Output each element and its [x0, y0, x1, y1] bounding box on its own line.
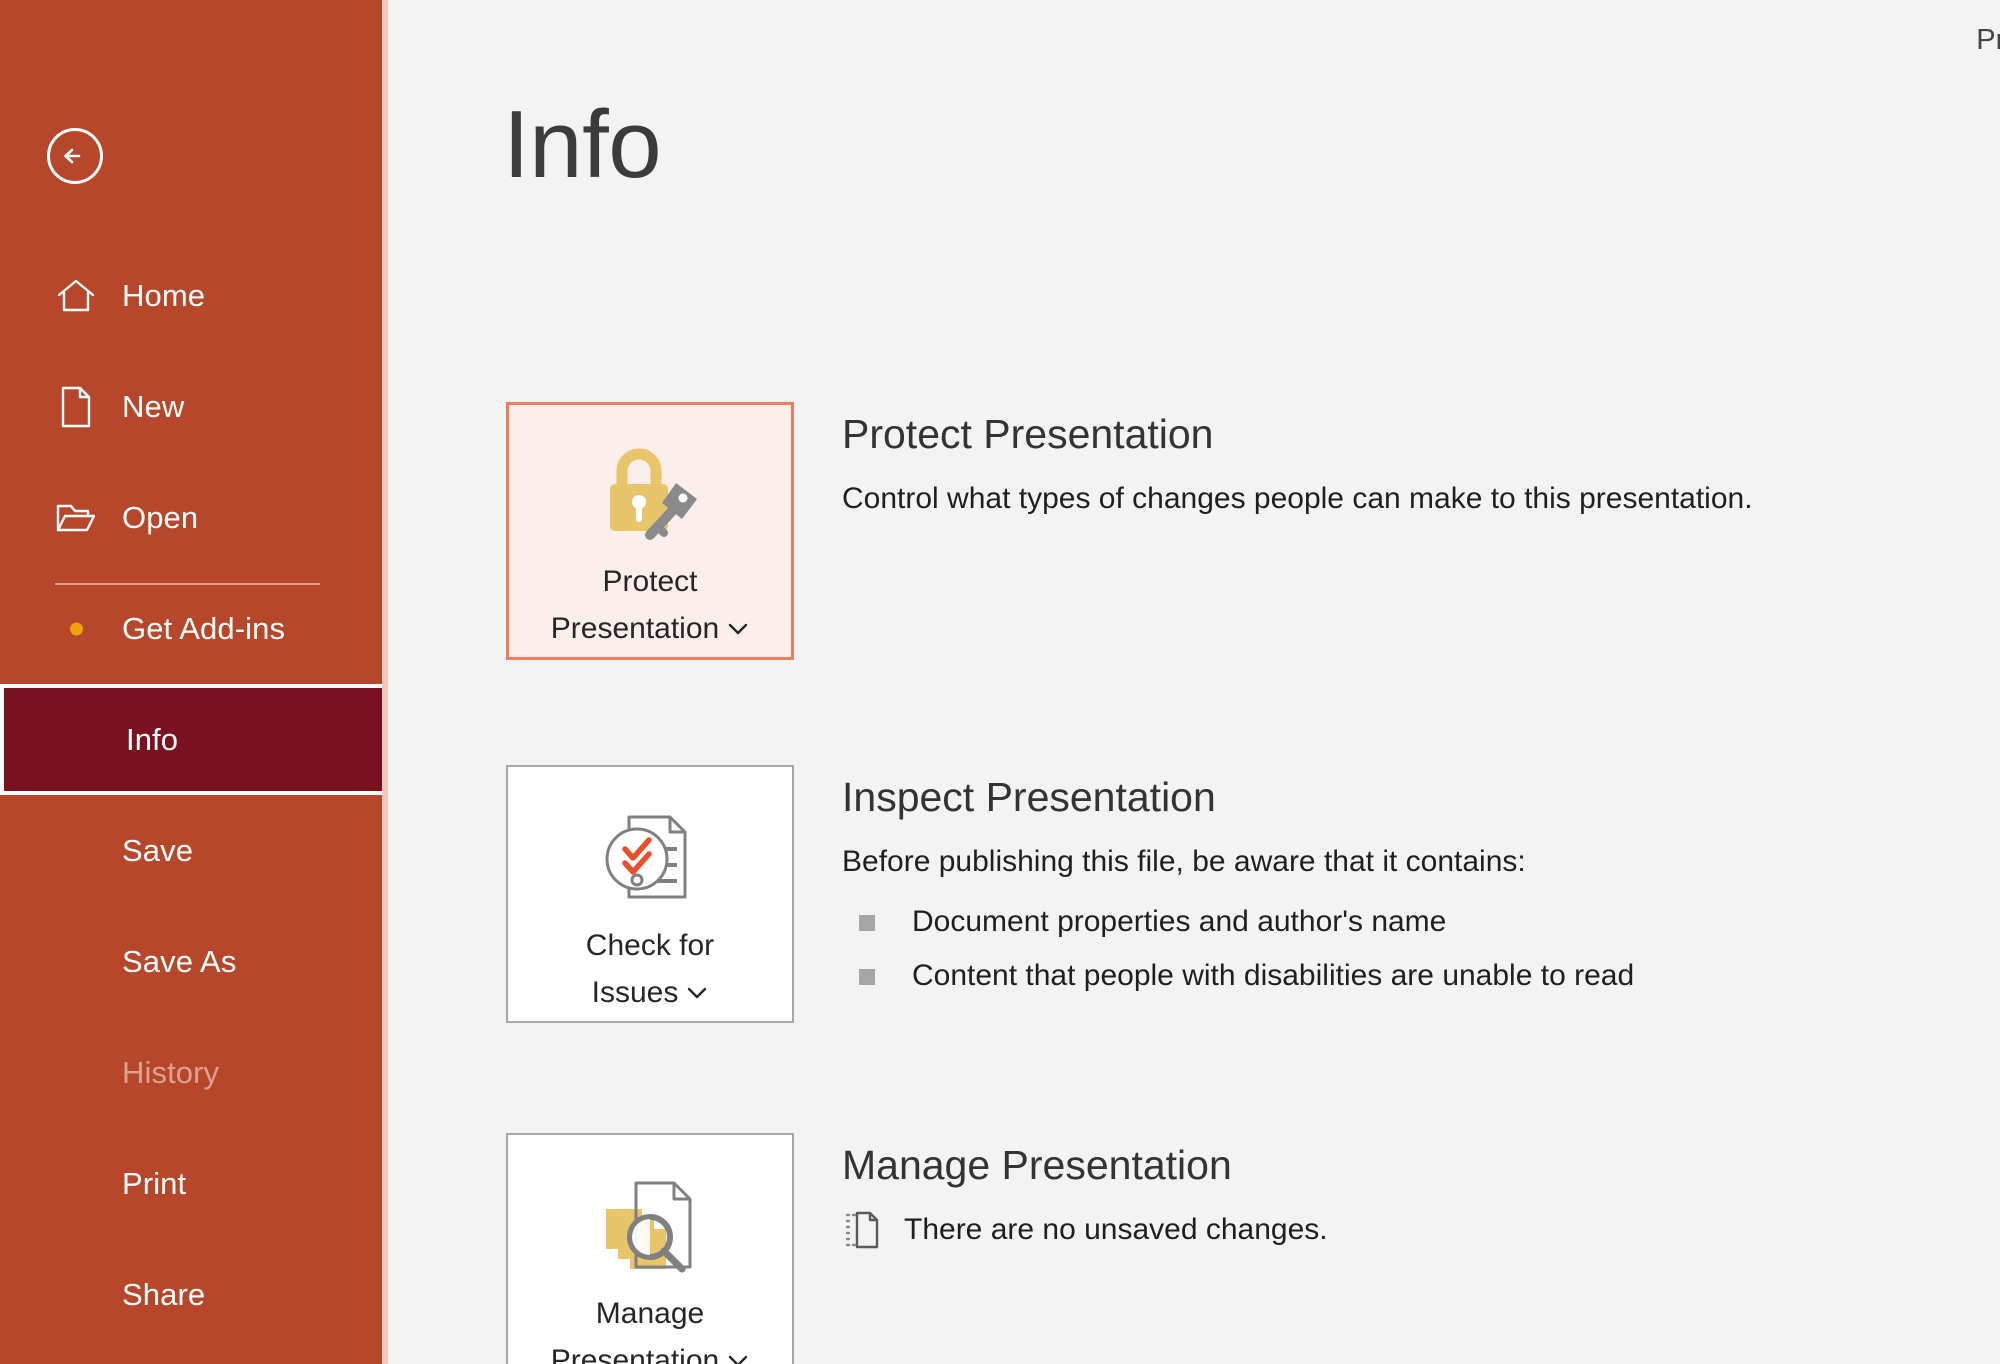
sidebar-item-label: Share — [122, 1276, 206, 1312]
new-file-icon — [55, 386, 97, 428]
document-check-icon — [594, 803, 706, 911]
sidebar-item-label: Home — [122, 277, 206, 313]
sidebar-item-new[interactable]: New — [0, 351, 388, 462]
sidebar-item-label: History — [122, 1054, 220, 1090]
sidebar-item-share[interactable]: Share — [0, 1239, 388, 1350]
protect-presentation-text: Protect Presentation Control what types … — [842, 402, 2000, 520]
button-label-line1: Check for — [585, 929, 715, 962]
manage-presentation-button-label: Manage Presentation — [543, 1291, 757, 1364]
square-bullet-icon — [859, 968, 875, 985]
manage-presentation-button[interactable]: Manage Presentation — [506, 1133, 794, 1364]
sidebar-item-get-add-ins[interactable]: Get Add-ins — [0, 573, 388, 684]
inspect-issue-list: Document properties and author's name Co… — [842, 895, 2000, 1003]
check-for-issues-button[interactable]: Check for Issues — [506, 765, 794, 1023]
chevron-down-icon[interactable] — [727, 1336, 749, 1364]
lock-and-key-icon — [594, 439, 706, 547]
info-sections: Protect Presentation Protect Presentatio… — [506, 402, 2000, 1364]
chevron-down-icon[interactable] — [727, 604, 749, 649]
check-for-issues-button-label: Check for Issues — [578, 923, 722, 1015]
protect-presentation-button-label: Protect Presentation — [543, 559, 757, 651]
list-item-label: Content that people with disabilities ar… — [912, 958, 1635, 992]
window-title: Prese — [1976, 24, 2000, 56]
home-icon — [55, 275, 97, 317]
sidebar-item-label: Print — [122, 1165, 187, 1201]
sidebar-item-print[interactable]: Print — [0, 1128, 388, 1239]
unsaved-changes-status: There are no unsaved changes. — [842, 1208, 2000, 1252]
status-text: There are no unsaved changes. — [904, 1213, 1328, 1247]
sidebar-item-label: Info — [126, 721, 179, 757]
inspect-presentation-section: Check for Issues Inspect Presentation Be… — [506, 765, 2000, 1023]
sidebar-item-label: Get Add-ins — [122, 610, 286, 646]
protect-presentation-button[interactable]: Protect Presentation — [506, 402, 794, 660]
button-label-line2: Presentation — [550, 612, 720, 645]
sidebar-item-label: New — [122, 388, 185, 424]
sidebar-item-save-as[interactable]: Save As — [0, 906, 388, 1017]
chevron-down-icon[interactable] — [686, 968, 708, 1013]
sidebar-item-home[interactable]: Home — [0, 240, 388, 351]
square-bullet-icon — [859, 914, 875, 931]
list-item: Content that people with disabilities ar… — [842, 949, 2000, 1003]
folder-open-icon — [55, 497, 97, 539]
sidebar-item-save[interactable]: Save — [0, 795, 388, 906]
section-heading: Manage Presentation — [842, 1142, 1232, 1188]
button-label-line1: Protect — [602, 565, 698, 598]
inspect-presentation-text: Inspect Presentation Before publishing t… — [842, 765, 2000, 1019]
protect-presentation-section: Protect Presentation Protect Presentatio… — [506, 402, 2000, 660]
list-item-label: Document properties and author's name — [912, 904, 1447, 938]
back-button[interactable] — [47, 128, 103, 184]
back-arrow-icon — [59, 140, 91, 172]
button-label-line1: Manage — [595, 1297, 705, 1330]
section-description: Control what types of changes people can… — [842, 482, 1753, 516]
section-heading: Protect Presentation — [842, 411, 1214, 457]
section-description: Before publishing this file, be aware th… — [842, 845, 1526, 879]
sidebar-item-label: Save — [122, 832, 194, 868]
sidebar-item-label: Open — [122, 499, 199, 535]
page-title: Info — [503, 91, 662, 198]
sidebar-item-label: Save As — [122, 943, 237, 979]
sidebar-item-open[interactable]: Open — [0, 462, 388, 573]
backstage-sidebar: Home New Open Get Add-ins Info Save Save… — [0, 0, 388, 1364]
manage-presentation-text: Manage Presentation There are no unsaved… — [842, 1133, 2000, 1252]
backstage-main-pane: Prese Info — [388, 0, 2000, 1364]
unsaved-document-icon — [842, 1208, 882, 1252]
button-label-line2: Issues — [591, 976, 679, 1009]
button-label-line2: Presentation — [550, 1344, 720, 1364]
sidebar-item-info[interactable]: Info — [0, 684, 388, 795]
manage-presentation-section: Manage Presentation Manage Presentation — [506, 1133, 2000, 1364]
powerpoint-backstage-view: Home New Open Get Add-ins Info Save Save… — [0, 0, 2000, 1364]
section-heading: Inspect Presentation — [842, 774, 1216, 820]
sidebar-item-history: History — [0, 1017, 388, 1128]
sidebar-nav-list: Home New Open Get Add-ins Info Save Save… — [0, 240, 388, 1350]
dot-badge-icon — [70, 622, 83, 635]
document-stack-search-icon — [594, 1171, 706, 1279]
list-item: Document properties and author's name — [842, 895, 2000, 949]
